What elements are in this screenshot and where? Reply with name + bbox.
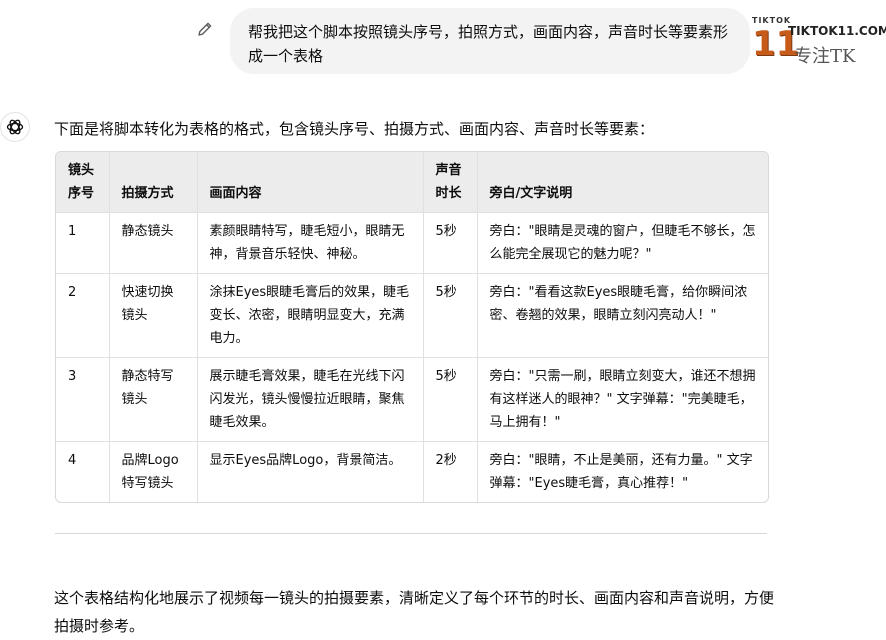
cell-scene-content: 显示Eyes品牌Logo，背景简洁。 <box>197 441 424 502</box>
watermark-slogan: 专注TK <box>794 46 856 67</box>
cell-narration: 旁白："只需一刷，眼睛立刻变大，谁还不想拥有这样迷人的眼神？" 文字弹幕："完美… <box>477 357 768 442</box>
cell-shot-number: 3 <box>56 357 110 442</box>
cell-shot-number: 2 <box>56 273 110 358</box>
assistant-summary-text: 这个表格结构化地展示了视频每一镜头的拍摄要素，清晰定义了每个环节的时长、画面内容… <box>54 589 775 635</box>
header-scene-content: 画面内容 <box>197 152 424 213</box>
cell-shot-number: 4 <box>56 441 110 502</box>
cell-audio-duration: 5秒 <box>423 212 478 274</box>
header-narration: 旁白/文字说明 <box>477 152 768 213</box>
cell-scene-content: 展示睫毛膏效果，睫毛在光线下闪闪发光，镜头慢慢拉近眼睛，聚焦睫毛效果。 <box>197 357 424 442</box>
table-row: 1 静态镜头 素颜眼睛特写，睫毛短小，眼睛无神，背景音乐轻快、神秘。 5秒 旁白… <box>56 212 768 274</box>
user-message-bubble: 帮我把这个脚本按照镜头序号，拍照方式，画面内容，声音时长等要素形成一个表格 <box>230 8 750 74</box>
cell-scene-content: 素颜眼睛特写，睫毛短小，眼睛无神，背景音乐轻快、神秘。 <box>197 212 424 274</box>
cell-scene-content: 涂抹Eyes眼睫毛膏后的效果，睫毛变长、浓密，眼睛明显变大，充满电力。 <box>197 273 424 358</box>
script-table: 镜头序号 拍摄方式 画面内容 声音时长 旁白/文字说明 1 静态镜头 素颜眼睛特… <box>55 151 769 503</box>
edit-pencil-icon[interactable] <box>196 20 214 38</box>
cell-audio-duration: 5秒 <box>423 273 478 358</box>
divider <box>55 533 767 534</box>
cell-shooting-method: 快速切换镜头 <box>109 273 198 358</box>
cell-audio-duration: 5秒 <box>423 357 478 442</box>
table-row: 2 快速切换镜头 涂抹Eyes眼睫毛膏后的效果，睫毛变长、浓密，眼睛明显变大，充… <box>56 273 768 358</box>
table-row: 4 品牌Logo特写镜头 显示Eyes品牌Logo，背景简洁。 2秒 旁白："眼… <box>56 441 768 502</box>
header-audio-duration: 声音时长 <box>423 152 478 213</box>
cell-shooting-method: 静态镜头 <box>109 212 198 274</box>
cell-narration: 旁白："看看这款Eyes眼睫毛膏，给你瞬间浓密、卷翘的效果，眼睛立刻闪亮动人！" <box>477 273 768 358</box>
cell-narration: 旁白："眼睛是灵魂的窗户，但睫毛不够长，怎么能完全展现它的魅力呢？" <box>477 212 768 274</box>
cell-narration: 旁白："眼睛，不止是美丽，还有力量。" 文字弹幕："Eyes睫毛膏，真心推荐！" <box>489 453 753 491</box>
table-header-row: 镜头序号 拍摄方式 画面内容 声音时长 旁白/文字说明 <box>56 152 768 213</box>
cell-shot-number: 1 <box>56 212 110 274</box>
user-message-text: 帮我把这个脚本按照镜头序号，拍照方式，画面内容，声音时长等要素形成一个表格 <box>248 23 729 65</box>
header-shooting-method: 拍摄方式 <box>109 152 198 213</box>
cell-audio-duration: 2秒 <box>423 441 478 502</box>
assistant-intro-text: 下面是将脚本转化为表格的格式，包含镜头序号、拍摄方式、画面内容、声音时长等要素： <box>54 120 655 138</box>
header-shot-number: 镜头序号 <box>56 152 110 213</box>
assistant-avatar-icon <box>0 112 30 142</box>
table-row: 3 静态特写镜头 展示睫毛膏效果，睫毛在光线下闪闪发光，镜头慢慢拉近眼睛，聚焦睫… <box>56 357 768 442</box>
watermark-logo: TIKTOK 11 TIKTOK11.COM 专注TK <box>750 16 886 72</box>
watermark-site: TIKTOK11.COM <box>788 24 886 38</box>
cell-shooting-method: 静态特写镜头 <box>109 357 198 442</box>
cell-shooting-method: 品牌Logo特写镜头 <box>109 441 198 502</box>
